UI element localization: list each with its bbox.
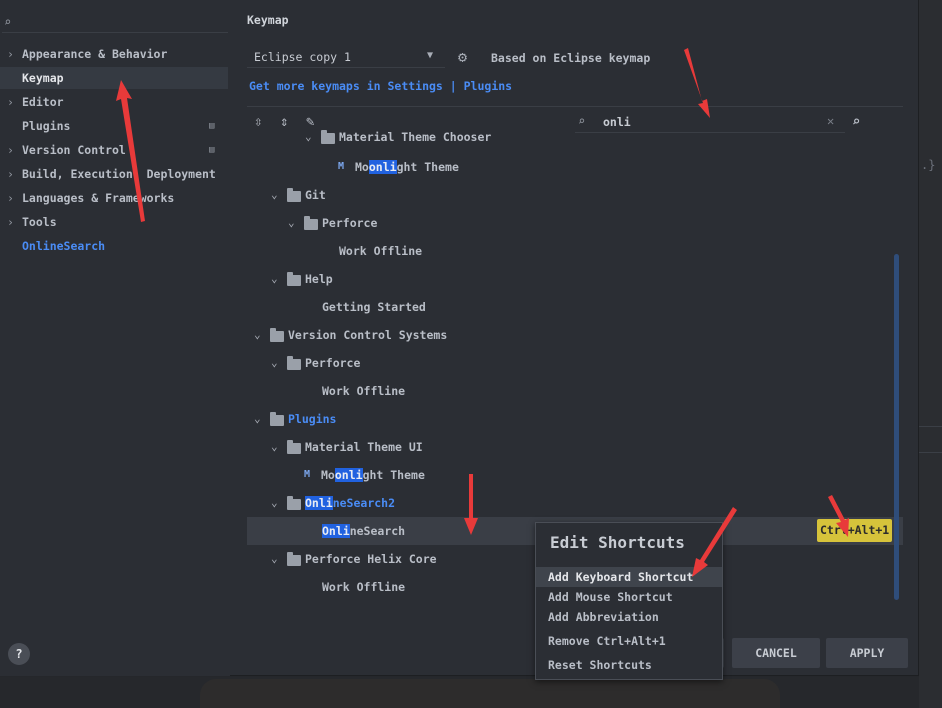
tree-row[interactable]: ⌄ Perforce (247, 209, 903, 237)
sidebar-item-languages[interactable]: › Languages & Frameworks (0, 187, 230, 209)
chevron-right-icon: › (7, 95, 14, 109)
menu-item-reset-shortcuts[interactable]: Reset Shortcuts (536, 655, 722, 675)
tree-row[interactable]: ⌄ Perforce (247, 349, 903, 377)
chevron-down-icon: ▼ (427, 50, 434, 61)
search-icon: ⌕ (578, 114, 586, 128)
expand-all-icon[interactable]: ⇳ (254, 114, 262, 130)
get-more-keymaps-link[interactable]: Get more keymaps in Settings | Plugins (249, 79, 512, 93)
project-settings-icon: ▤ (209, 121, 215, 131)
chevron-down-icon: ⌄ (271, 496, 278, 509)
tree-row[interactable]: ⌄ OnlineSearch2 (247, 489, 903, 517)
sidebar-search-input[interactable]: ⌕ (2, 13, 228, 33)
divider (919, 452, 942, 453)
background-area (0, 677, 919, 708)
folder-icon (304, 216, 318, 230)
menu-item-add-keyboard-shortcut[interactable]: Add Keyboard Shortcut (536, 567, 722, 587)
code-fragment: .} (921, 158, 936, 172)
apply-button[interactable]: APPLY (826, 638, 908, 668)
sidebar-item-tools[interactable]: › Tools (0, 211, 230, 233)
chevron-right-icon: › (7, 167, 14, 181)
background-shape (200, 679, 780, 708)
tree-row[interactable]: Work Offline (247, 377, 903, 405)
chevron-down-icon: ⌄ (288, 216, 295, 229)
material-theme-icon: M (338, 161, 345, 172)
folder-icon (287, 552, 301, 566)
sidebar-item-version-control[interactable]: › Version Control ▤ (0, 139, 230, 161)
chevron-down-icon: ⌄ (271, 188, 278, 201)
folder-icon (270, 412, 284, 426)
based-on-label: Based on Eclipse keymap (491, 51, 651, 65)
folder-icon (287, 496, 301, 510)
folder-icon (287, 356, 301, 370)
chevron-down-icon: ⌄ (271, 440, 278, 453)
chevron-down-icon: ⌄ (271, 552, 278, 565)
folder-icon (270, 328, 284, 342)
tree-row[interactable]: Work Offline (247, 237, 903, 265)
chevron-right-icon: › (7, 191, 14, 205)
sidebar-item-build[interactable]: › Build, Execution, Deployment (0, 163, 230, 185)
tree-row[interactable]: ⌄ Git (247, 181, 903, 209)
keymap-select[interactable]: Eclipse copy 1 ▼ (247, 46, 445, 68)
folder-icon (287, 188, 301, 202)
tree-row[interactable]: ⌄ Version Control Systems (247, 321, 903, 349)
find-by-shortcut-icon[interactable]: ⌕ (852, 114, 860, 130)
material-theme-icon: M (304, 469, 311, 480)
edit-icon[interactable]: ✎ (306, 114, 314, 130)
folder-icon (321, 130, 335, 144)
popup-title: Edit Shortcuts (550, 533, 685, 552)
editor-background: .} (919, 0, 942, 708)
project-settings-icon: ▤ (209, 145, 215, 155)
tree-row[interactable]: ⌄ Material Theme UI (247, 433, 903, 461)
settings-dialog: ⌕ › Appearance & Behavior Keymap › Edito… (0, 0, 919, 676)
sidebar-item-editor[interactable]: › Editor (0, 91, 230, 113)
chevron-down-icon: ⌄ (271, 272, 278, 285)
tree-row[interactable]: Getting Started (247, 293, 903, 321)
menu-item-add-abbreviation[interactable]: Add Abbreviation (536, 607, 722, 627)
chevron-down-icon: ⌄ (254, 328, 261, 341)
divider (247, 106, 903, 107)
chevron-right-icon: › (7, 215, 14, 229)
search-icon: ⌕ (4, 15, 12, 29)
chevron-down-icon: ⌄ (254, 412, 261, 425)
tree-scrollbar[interactable] (894, 254, 899, 600)
chevron-right-icon: › (7, 47, 14, 61)
cancel-button[interactable]: CANCEL (732, 638, 820, 668)
help-button[interactable]: ? (8, 643, 30, 665)
chevron-right-icon: › (7, 143, 14, 157)
divider (919, 426, 942, 427)
tree-row[interactable]: ⌄ Help (247, 265, 903, 293)
sidebar-item-appearance[interactable]: › Appearance & Behavior (0, 43, 230, 65)
folder-icon (287, 440, 301, 454)
tree-row[interactable]: M Moonlight Theme (247, 153, 903, 181)
sidebar-item-onlinesearch[interactable]: OnlineSearch (0, 235, 230, 257)
collapse-all-icon[interactable]: ⇕ (280, 114, 288, 130)
page-title: Keymap (247, 13, 289, 27)
chevron-down-icon: ⌄ (271, 356, 278, 369)
tree-row[interactable]: ⌄ Plugins (247, 405, 903, 433)
chevron-down-icon: ⌄ (305, 130, 312, 143)
shortcut-badge: Ctrl+Alt+1 (817, 519, 893, 542)
clear-icon[interactable]: ✕ (827, 114, 834, 128)
sidebar-item-keymap[interactable]: Keymap (0, 67, 228, 89)
edit-shortcuts-popup: Edit Shortcuts Add Keyboard Shortcut Add… (535, 522, 723, 680)
sidebar-item-plugins[interactable]: Plugins ▤ (0, 115, 230, 137)
settings-sidebar: ⌕ › Appearance & Behavior Keymap › Edito… (0, 0, 230, 676)
menu-item-remove-shortcut[interactable]: Remove Ctrl+Alt+1 (536, 631, 722, 651)
folder-icon (287, 272, 301, 286)
tree-row[interactable]: M Moonlight Theme (247, 461, 903, 489)
gear-icon[interactable]: ⚙ (458, 48, 467, 66)
menu-item-add-mouse-shortcut[interactable]: Add Mouse Shortcut (536, 587, 722, 607)
tree-row[interactable]: ⌄ Material Theme Chooser (247, 130, 903, 151)
